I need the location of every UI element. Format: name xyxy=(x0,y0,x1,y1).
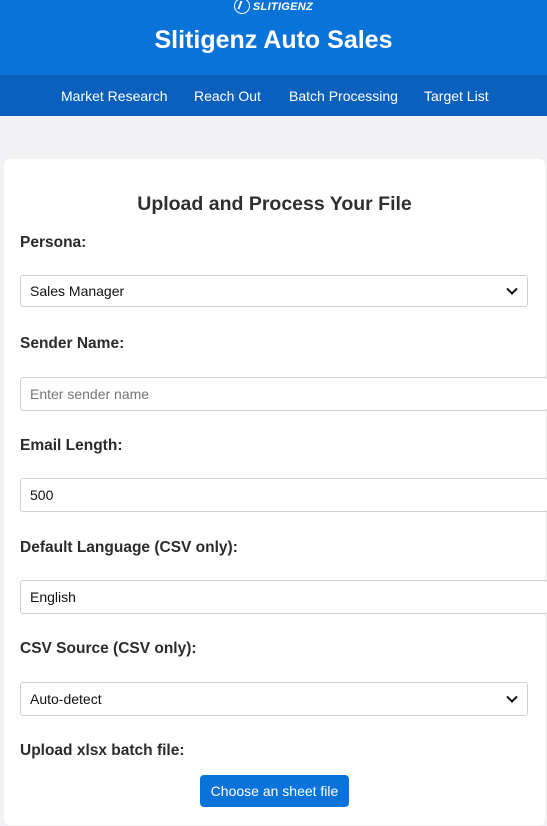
default-language-label: Default Language (CSV only): xyxy=(20,539,238,556)
default-language-value: English xyxy=(30,589,76,605)
nav-item-reach-out[interactable]: Reach Out xyxy=(194,88,261,104)
sender-name-label: Sender Name: xyxy=(20,335,125,352)
app-title: Slitigenz Auto Sales xyxy=(154,26,393,54)
email-length-value: 500 xyxy=(30,487,54,503)
app-header: SLITIGENZ Slitigenz Auto Sales xyxy=(0,0,547,75)
persona-select[interactable]: Sales Manager xyxy=(20,275,528,307)
csv-source-label: CSV Source (CSV only): xyxy=(20,640,197,657)
sender-name-placeholder: Enter sender name xyxy=(30,386,150,402)
default-language-input[interactable]: English xyxy=(20,580,547,614)
persona-label: Persona: xyxy=(20,234,87,251)
csv-source-select[interactable]: Auto-detect xyxy=(20,682,528,716)
email-length-input[interactable]: 500 xyxy=(20,478,547,512)
sender-name-input[interactable]: Enter sender name xyxy=(20,377,547,411)
chevron-down-icon xyxy=(506,287,518,295)
upload-label: Upload xlsx batch file: xyxy=(20,742,185,759)
upload-form-card: Upload and Process Your File Persona: Sa… xyxy=(4,159,547,825)
email-length-label: Email Length: xyxy=(20,437,123,454)
brand-logo: SLITIGENZ xyxy=(0,0,547,15)
csv-source-value: Auto-detect xyxy=(30,691,102,707)
persona-value: Sales Manager xyxy=(30,283,125,299)
slitigenz-logo-icon xyxy=(233,0,250,14)
nav-item-market-research[interactable]: Market Research xyxy=(61,88,168,104)
nav-item-target-list[interactable]: Target List xyxy=(424,88,489,104)
form-title: Upload and Process Your File xyxy=(137,193,412,215)
choose-file-button[interactable]: Choose an sheet file xyxy=(200,775,349,807)
chevron-down-icon xyxy=(506,695,518,703)
main-nav: Market Research Reach Out Batch Processi… xyxy=(0,75,547,116)
logo-text: SLITIGENZ xyxy=(252,0,314,13)
nav-item-batch-processing[interactable]: Batch Processing xyxy=(289,88,398,104)
